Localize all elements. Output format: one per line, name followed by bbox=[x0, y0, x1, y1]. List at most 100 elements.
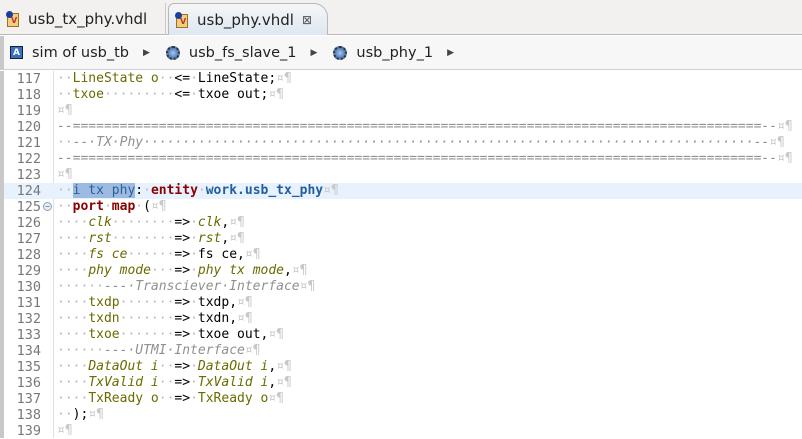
line-code: ¤¶ bbox=[57, 423, 73, 439]
whitespace-marker: ······· bbox=[119, 311, 175, 326]
code-line[interactable]: 117 ··LineState o··<=·LineState;¤¶ bbox=[4, 71, 802, 87]
code-line[interactable]: 135 ····DataOut i··=>·DataOut i,¤¶ bbox=[4, 359, 802, 375]
port-name: phy mode bbox=[88, 263, 151, 278]
code-line[interactable]: 133 ····txoe·······=>·txoe out,¤¶ bbox=[4, 327, 802, 343]
line-end-marker: ¤¶ bbox=[237, 295, 253, 310]
line-code: --======================================… bbox=[57, 119, 793, 135]
line-end-marker: ¤¶ bbox=[268, 327, 285, 342]
code-line[interactable]: 127 ····rst········=>·rst,¤¶ bbox=[4, 231, 802, 247]
breadcrumb-item-usb-fs-slave[interactable]: usb_fs_slave_1 bbox=[165, 44, 297, 61]
line-number: 121 bbox=[16, 135, 41, 151]
whitespace-marker: ·· bbox=[57, 135, 73, 150]
breadcrumb-label: usb_fs_slave_1 bbox=[188, 44, 297, 61]
code-text: <= bbox=[174, 71, 191, 86]
whitespace-marker: ······· bbox=[119, 327, 175, 342]
line-end-marker: ¤¶ bbox=[57, 423, 73, 438]
code-line[interactable]: 120 --===================================… bbox=[4, 119, 802, 135]
fold-collapse-icon[interactable]: − bbox=[43, 202, 52, 211]
entity-name: work.usb_tx_phy bbox=[205, 183, 324, 198]
line-code: ····txdn·······=>·txdn,¤¶ bbox=[57, 311, 253, 327]
whitespace-marker: · bbox=[190, 311, 198, 326]
line-code: ····TxValid i··=>·TxValid i,¤¶ bbox=[57, 375, 292, 391]
entity-instance-icon bbox=[333, 45, 348, 60]
whitespace-marker: ······ bbox=[127, 247, 175, 262]
whitespace-marker: · bbox=[190, 327, 198, 342]
vhdl-file-icon: V bbox=[6, 11, 20, 27]
whitespace-marker: ········· bbox=[103, 87, 175, 102]
code-line[interactable]: 121 ··--·TX·Phy··························… bbox=[4, 135, 802, 151]
line-code: ····txoe·······=>·txoe out,¤¶ bbox=[57, 327, 284, 343]
keyword: entity bbox=[150, 183, 198, 198]
chevron-right-icon[interactable]: ▶ bbox=[310, 48, 317, 58]
code-text: txdp, bbox=[197, 295, 238, 310]
signal-name: TxReady o bbox=[88, 391, 159, 406]
comment: --======================================… bbox=[57, 119, 778, 134]
line-number: 127 bbox=[16, 231, 41, 247]
code-text: => bbox=[174, 215, 191, 230]
line-number: 118 bbox=[16, 87, 41, 103]
line-number: 128 bbox=[16, 247, 41, 263]
code-line[interactable]: 136 ····TxValid i··=>·TxValid i,¤¶ bbox=[4, 375, 802, 391]
line-code: --======================================… bbox=[57, 151, 793, 167]
line-code: ··port·map·(¤¶ bbox=[57, 199, 167, 215]
line-code: ··LineState o··<=·LineState;¤¶ bbox=[57, 71, 292, 87]
whitespace-marker: · bbox=[190, 87, 198, 102]
signal-name: txdp bbox=[88, 295, 120, 310]
whitespace-marker: ·· bbox=[158, 71, 175, 86]
whitespace-marker: ···· bbox=[57, 231, 89, 246]
line-number: 122 bbox=[16, 151, 41, 167]
tab-usb-phy[interactable]: V usb_phy.vhdl ⊠ bbox=[168, 3, 328, 35]
code-text: , bbox=[284, 263, 292, 278]
code-line[interactable]: 119 ¤¶ bbox=[4, 103, 802, 119]
code-line[interactable]: 130 ······---·Transciever·Interface¤¶ bbox=[4, 279, 802, 295]
line-number: 131 bbox=[16, 295, 41, 311]
code-line[interactable]: 139 ¤¶ bbox=[4, 423, 802, 439]
breadcrumb-item-sim[interactable]: A sim of usb_tb bbox=[10, 45, 129, 61]
whitespace-marker: ·· bbox=[57, 87, 73, 102]
selected-text: i tx phy bbox=[72, 183, 136, 198]
port-name: fs ce bbox=[88, 247, 128, 262]
whitespace-marker: · bbox=[190, 295, 198, 310]
code-text: => bbox=[174, 295, 191, 310]
line-number: 120 bbox=[16, 119, 41, 135]
close-tab-icon[interactable]: ⊠ bbox=[302, 13, 312, 27]
chevron-right-icon[interactable]: ▶ bbox=[143, 48, 150, 58]
whitespace-marker: · bbox=[190, 231, 198, 246]
breadcrumb-item-usb-phy[interactable]: usb_phy_1 bbox=[333, 45, 433, 61]
code-line[interactable]: 128 ····fs ce······=>·fs ce,¤¶ bbox=[4, 247, 802, 263]
code-text: => bbox=[174, 311, 191, 326]
line-end-marker: ¤¶ bbox=[777, 151, 793, 166]
code-line[interactable]: 129 ····phy mode···=>·phy tx mode,¤¶ bbox=[4, 263, 802, 279]
code-line[interactable]: 138 ··);¤¶ bbox=[4, 407, 802, 423]
code-line[interactable]: 126 ····clk········=>·clk,¤¶ bbox=[4, 215, 802, 231]
code-line[interactable]: 122 --===================================… bbox=[4, 151, 802, 167]
code-line[interactable]: 134 ······---·UTMI·Interface¤¶ bbox=[4, 343, 802, 359]
line-number: 126 bbox=[16, 215, 41, 231]
code-text: fs ce, bbox=[197, 247, 245, 262]
port-name: phy tx mode bbox=[197, 263, 284, 278]
line-code: ····rst········=>·rst,¤¶ bbox=[57, 231, 245, 247]
code-line[interactable]: 118 ··txoe·········<=·txoe out;¤¶ bbox=[4, 87, 802, 103]
code-line[interactable]: 132 ····txdn·······=>·txdn,¤¶ bbox=[4, 311, 802, 327]
line-code: ····DataOut i··=>·DataOut i,¤¶ bbox=[57, 359, 292, 375]
whitespace-marker: ··· bbox=[150, 263, 175, 278]
line-end-marker: ¤¶ bbox=[276, 359, 292, 374]
whitespace-marker: ·· bbox=[57, 199, 73, 214]
line-code: ··txoe·········<=·txoe out;¤¶ bbox=[57, 87, 284, 103]
code-text: => bbox=[174, 359, 191, 374]
comment: --======================================… bbox=[57, 151, 778, 166]
chevron-right-icon[interactable]: ▶ bbox=[447, 48, 454, 58]
code-line[interactable]: 124 ··i tx phy:·entity·work.usb_tx_phy¤¶ bbox=[4, 183, 802, 199]
whitespace-marker: ·· bbox=[57, 407, 73, 422]
code-line[interactable]: 137 ····TxReady o··=>·TxReady o¤¶ bbox=[4, 391, 802, 407]
whitespace-marker: ·· bbox=[57, 71, 73, 86]
code-line[interactable]: 131 ····txdp·······=>·txdp,¤¶ bbox=[4, 295, 802, 311]
code-editor[interactable]: 117 ··LineState o··<=·LineState;¤¶ 118 ··tx… bbox=[0, 71, 802, 439]
tab-usb-tx-phy[interactable]: V usb_tx_phy.vhdl bbox=[0, 3, 166, 35]
code-text: : bbox=[135, 183, 144, 198]
whitespace-marker: · bbox=[103, 199, 112, 214]
code-line[interactable]: 125− ··port·map·(¤¶ bbox=[4, 199, 802, 215]
code-line[interactable]: 123 ¤¶ bbox=[4, 167, 802, 183]
signal-name: txoe bbox=[88, 327, 120, 342]
line-end-marker: ¤¶ bbox=[276, 375, 292, 390]
